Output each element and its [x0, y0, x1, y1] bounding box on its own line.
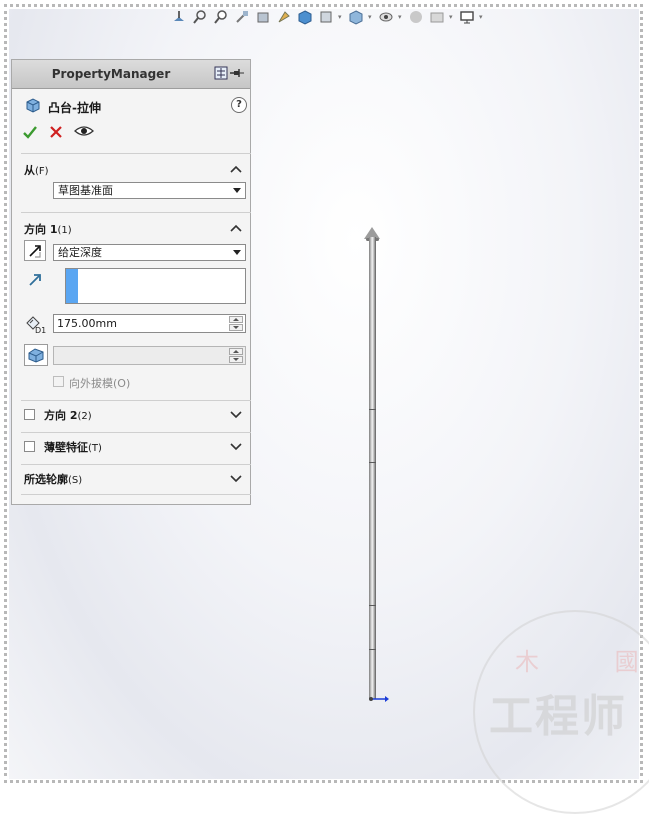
rod-segment-edge: [369, 462, 376, 463]
eye-icon[interactable]: [377, 8, 395, 26]
rod-segment-edge: [369, 409, 376, 410]
draft-icon: [28, 348, 44, 363]
property-manager-header: PropertyManager: [12, 60, 250, 89]
view-cube-icon[interactable]: [296, 8, 314, 26]
spin-up-button[interactable]: [229, 348, 243, 355]
rod-segment-edge: [369, 649, 376, 650]
rod-segment-edge: [369, 605, 376, 606]
extruded-rod-model[interactable]: [369, 237, 376, 699]
chevron-up-icon[interactable]: [230, 164, 242, 174]
direction-vector-icon: [27, 272, 43, 291]
thin-feature-checkbox[interactable]: [24, 441, 35, 452]
section-direction1-header[interactable]: 方向 1(1): [24, 221, 72, 237]
draft-toggle-button[interactable]: [24, 344, 48, 366]
chevron-down-icon[interactable]: [230, 409, 242, 419]
direction-reference-listbox[interactable]: [65, 268, 246, 304]
section-selected-contours-accel: (S): [68, 475, 83, 486]
preview-eye-icon[interactable]: [74, 123, 94, 142]
heads-up-toolbar: ▾ ▾ ▾ ▾ ▾: [170, 6, 485, 28]
depth-value: 175.00mm: [57, 317, 117, 330]
section-direction1-label: 方向 1: [24, 223, 58, 236]
panel-pin-controls: [214, 66, 244, 83]
section-from-header[interactable]: 从(F): [24, 162, 49, 178]
end-condition-value: 给定深度: [58, 246, 102, 259]
depth-input[interactable]: 175.00mm: [53, 314, 246, 333]
chevron-down-icon[interactable]: ▾: [398, 8, 404, 26]
divider: [21, 400, 251, 401]
display-style-icon[interactable]: [317, 8, 335, 26]
previous-view-icon[interactable]: [233, 8, 251, 26]
confirm-button[interactable]: [22, 124, 38, 143]
section-selected-contours-label: 所选轮廓: [24, 473, 68, 486]
chevron-down-icon[interactable]: ▾: [338, 8, 344, 26]
section-thin-feature-accel: (T): [88, 443, 102, 454]
section-view-icon[interactable]: [254, 8, 272, 26]
depth-icon: D1: [24, 314, 48, 337]
end-condition-select[interactable]: 给定深度: [53, 244, 246, 261]
cancel-button[interactable]: [48, 124, 64, 143]
section-thin-feature-header[interactable]: 薄壁特征(T): [44, 439, 102, 455]
view-orientation-icon[interactable]: [170, 8, 188, 26]
section-selected-contours-header[interactable]: 所选轮廓(S): [24, 471, 82, 487]
divider: [21, 494, 251, 495]
section-from-label: 从: [24, 164, 35, 177]
chevron-down-icon[interactable]: [230, 441, 242, 451]
divider: [21, 464, 251, 465]
divider: [21, 432, 251, 433]
draft-outward-checkbox[interactable]: [53, 376, 64, 387]
reverse-direction-button[interactable]: [24, 240, 46, 261]
selection-focus-bar: [66, 269, 78, 303]
zoom-to-fit-icon[interactable]: [191, 8, 209, 26]
section-direction2-header[interactable]: 方向 2(2): [44, 407, 92, 423]
section-direction1-accel: (1): [57, 225, 72, 236]
property-manager-panel: PropertyManager 凸台-拉伸 ? 从(F) 草图基准面 方向 1(…: [11, 59, 251, 505]
section-thin-feature-label: 薄壁特征: [44, 441, 88, 454]
chevron-down-icon[interactable]: ▾: [368, 8, 374, 26]
scene-icon[interactable]: [428, 8, 446, 26]
chevron-down-icon[interactable]: ▾: [449, 8, 455, 26]
watermark-top-text: 木 國: [515, 648, 639, 676]
section-direction2-accel: (2): [77, 411, 92, 422]
dropdown-arrow-icon: [233, 188, 241, 193]
feature-title: 凸台-拉伸: [48, 101, 101, 115]
configuration-icon[interactable]: [214, 66, 228, 83]
help-button[interactable]: ?: [231, 97, 247, 113]
spin-down-button[interactable]: [229, 324, 243, 331]
property-manager-title: PropertyManager: [51, 67, 171, 81]
monitor-icon[interactable]: [458, 8, 476, 26]
dropdown-arrow-icon: [233, 250, 241, 255]
origin-axis-icon: [365, 693, 389, 708]
direction2-checkbox[interactable]: [24, 409, 35, 420]
pin-icon[interactable]: [230, 66, 244, 83]
draft-outward-label: 向外拔模(O): [69, 377, 131, 390]
divider: [21, 153, 251, 154]
dynamic-annotation-icon[interactable]: [275, 8, 293, 26]
hide-show-items-icon[interactable]: [347, 8, 365, 26]
chevron-down-icon[interactable]: ▾: [479, 8, 485, 26]
depth-icon-label: D1: [35, 326, 46, 334]
watermark-main-text: 工程师: [489, 691, 627, 742]
from-select-value: 草图基准面: [58, 184, 113, 197]
boss-extrude-icon: [24, 96, 42, 117]
section-from-accel: (F): [35, 166, 49, 177]
chevron-up-icon[interactable]: [230, 223, 242, 233]
spin-up-button[interactable]: [229, 316, 243, 323]
divider: [21, 212, 251, 213]
section-direction2-label: 方向 2: [44, 409, 78, 422]
appearance-icon[interactable]: [407, 8, 425, 26]
chevron-down-icon[interactable]: [230, 473, 242, 483]
zoom-area-icon[interactable]: [212, 8, 230, 26]
spin-down-button[interactable]: [229, 356, 243, 363]
reverse-direction-icon: [29, 244, 41, 258]
from-select[interactable]: 草图基准面: [53, 182, 246, 199]
draft-angle-input[interactable]: [53, 346, 246, 365]
